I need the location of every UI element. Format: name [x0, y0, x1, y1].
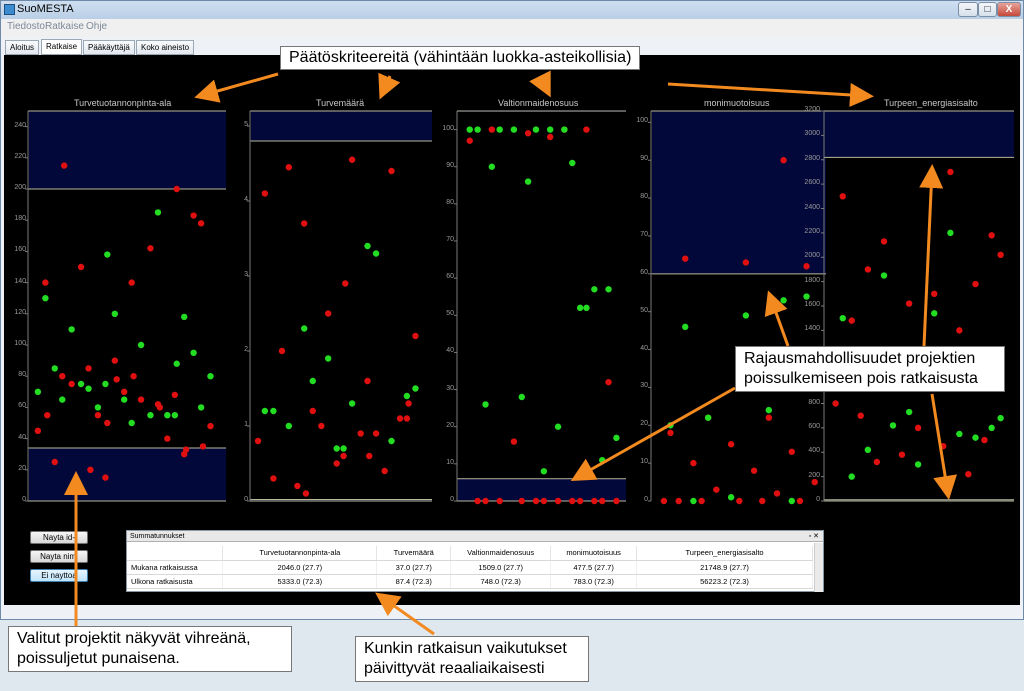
arrow-effects — [375, 592, 435, 636]
annotation-arrows — [64, 70, 958, 636]
arrow-criteria-1 — [194, 72, 279, 103]
arrow-criteria-4 — [667, 82, 874, 107]
arrow-limits-2 — [570, 386, 736, 481]
arrow-criteria-2 — [378, 72, 401, 100]
arrow-limits-3 — [919, 164, 944, 347]
arrow-limits-4 — [930, 393, 958, 500]
arrow-criteria-3 — [529, 70, 551, 98]
arrow-limits-1 — [764, 290, 790, 347]
